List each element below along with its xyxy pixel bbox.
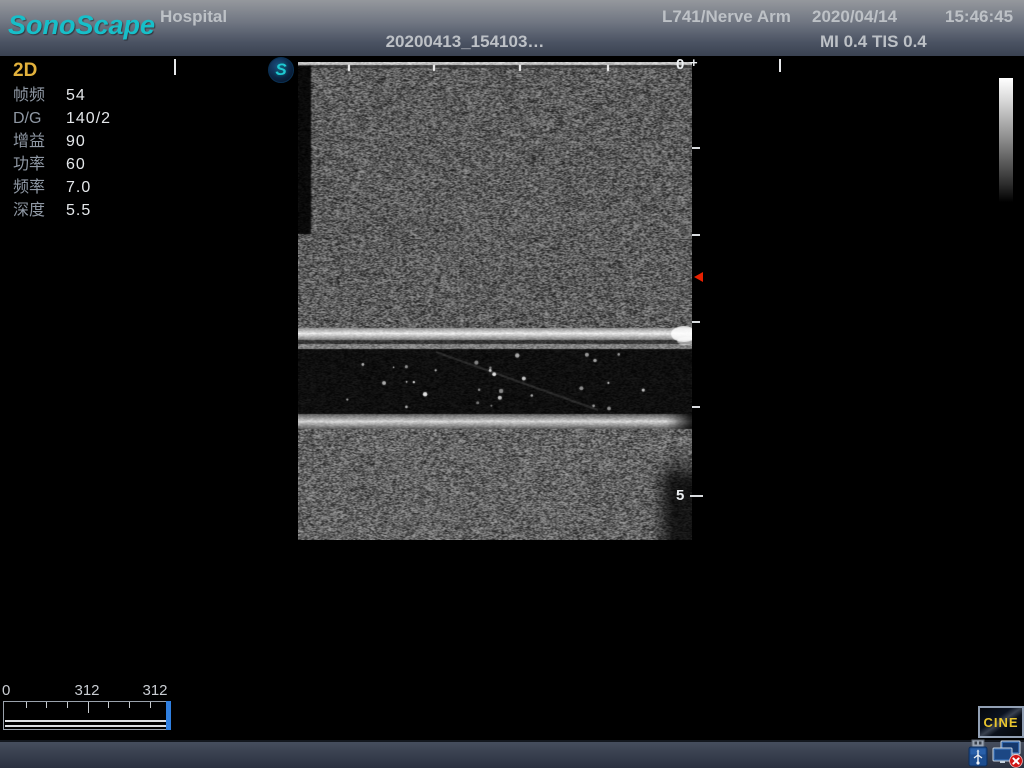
param-row-gain: 增益 90 (13, 130, 111, 153)
exam-time: 15:46:45 (945, 7, 1013, 27)
cine-start-label: 0 (2, 682, 10, 699)
cine-position-caret[interactable] (166, 701, 171, 730)
taskbar (0, 740, 1024, 768)
sonoscape-badge-icon: S (268, 57, 294, 83)
grayscale-bar (999, 78, 1013, 202)
usb-storage-icon[interactable] (966, 739, 990, 767)
cine-button[interactable]: CINE (978, 706, 1024, 738)
cine-current-frame: 312 (74, 682, 99, 699)
param-row-dg: D/G 140/2 (13, 107, 111, 130)
mode-label: 2D (13, 60, 37, 82)
param-row-frequency: 频率 7.0 (13, 176, 111, 199)
sonoscape-logo: SonoScape (8, 10, 155, 41)
network-status-icon[interactable] (991, 740, 1024, 768)
cine-progress-line (5, 720, 167, 727)
right-calibration-tick (779, 59, 781, 72)
cine-track[interactable] (3, 701, 169, 730)
depth-label-5: 5 (676, 487, 684, 504)
depth-zero-marker: + (690, 55, 698, 70)
exam-filename: 20200413_154103… (375, 32, 555, 52)
focus-marker-icon[interactable] (694, 272, 703, 282)
ultrasound-screen: SonoScape Hospital 20200413_154103… L741… (0, 0, 1024, 768)
depth-label-0: 0 (676, 56, 684, 73)
hospital-name: Hospital (160, 7, 227, 27)
cine-scrubber: 0 312 312 (0, 682, 185, 734)
acoustic-output: MI 0.4 TIS 0.4 (820, 32, 927, 52)
ultrasound-image (298, 62, 692, 540)
param-row-power: 功率 60 (13, 153, 111, 176)
parameter-panel: 帧频 54 D/G 140/2 增益 90 功率 60 频率 7.0 深度 5.… (13, 84, 111, 222)
topbar: SonoScape Hospital 20200413_154103… L741… (0, 0, 1024, 56)
probe-preset: L741/Nerve Arm (662, 7, 791, 27)
left-calibration-tick (174, 59, 176, 75)
param-row-framerate: 帧频 54 (13, 84, 111, 107)
exam-date: 2020/04/14 (812, 7, 897, 27)
param-row-depth: 深度 5.5 (13, 199, 111, 222)
cine-total-frames: 312 (142, 682, 167, 699)
